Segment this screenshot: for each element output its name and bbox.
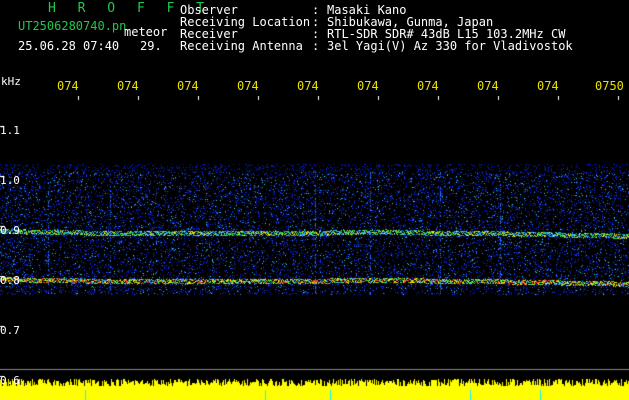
x-tick-label: 074 — [357, 80, 379, 92]
x-tick-label: 074 — [237, 80, 259, 92]
x-tick-label: 074 — [477, 80, 499, 92]
x-tick-label: 074 — [297, 80, 319, 92]
meta-label-antenna: Receiving Antenna — [180, 39, 303, 53]
y-tick-label: 0.9 — [0, 224, 20, 237]
x-tick-label: 074 — [417, 80, 439, 92]
spectrogram-waterfall — [0, 96, 629, 400]
x-tick-label: 074 — [177, 80, 199, 92]
x-tick-label: 074 — [117, 80, 139, 92]
file-name: UT2506280740.pn — [18, 19, 127, 33]
x-tick-label: 074 — [537, 80, 559, 92]
y-tick-label: 0.8 — [0, 274, 20, 287]
x-tick-label: 074 — [57, 80, 79, 92]
y-tick-label: 1.0 — [0, 174, 20, 187]
datetime-stamp: 25.06.28 07:40 — [18, 39, 120, 53]
y-tick-label: 0.7 — [0, 324, 20, 337]
meta-colon: : — [312, 39, 320, 53]
y-tick-label: 1.1 — [0, 124, 20, 137]
y-axis-unit: kHz — [1, 75, 21, 88]
file-tag: meteor — [124, 25, 168, 39]
y-tick-label: 0.6 — [0, 374, 20, 387]
x-tick-label: 0750 — [595, 80, 624, 92]
meta-value-antenna: 3el Yagi(V) Az 330 for Vladivostok — [327, 39, 573, 53]
meteor-count: 29. — [140, 39, 162, 53]
